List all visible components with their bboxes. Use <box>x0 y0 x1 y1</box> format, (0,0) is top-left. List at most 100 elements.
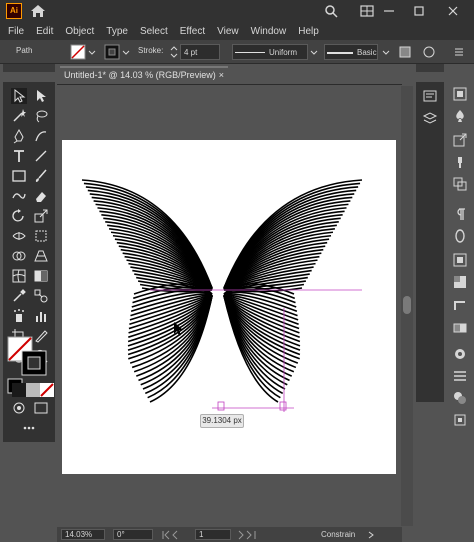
stroke-swatch[interactable] <box>104 44 120 60</box>
profile-dropdown-icon[interactable] <box>310 44 318 60</box>
properties-panel-icon[interactable] <box>422 88 438 104</box>
menu-effect[interactable]: Effect <box>180 26 205 37</box>
color-guide-icon[interactable] <box>452 274 468 290</box>
restore-icon[interactable] <box>412 4 426 18</box>
paragraph-panel-icon[interactable] <box>452 206 468 222</box>
minimize-icon[interactable] <box>382 4 396 18</box>
rectangle-tool-icon[interactable] <box>11 168 27 184</box>
menu-type[interactable]: Type <box>106 26 128 37</box>
artboard-prev-buttons-icon[interactable] <box>161 530 197 540</box>
search-icon[interactable] <box>324 4 338 18</box>
opentype-panel-icon[interactable] <box>452 228 468 244</box>
profile-line <box>235 52 265 53</box>
close-window-icon[interactable] <box>446 4 460 18</box>
measure-handle-right <box>279 401 287 411</box>
fill-dropdown-icon[interactable] <box>88 44 96 60</box>
mesh-tool-icon[interactable] <box>11 268 27 284</box>
rotate-tool-icon[interactable] <box>11 208 27 224</box>
width-tool-icon[interactable] <box>11 228 27 244</box>
shaper-tool-icon[interactable] <box>11 188 27 204</box>
eraser-tool-icon[interactable] <box>33 188 49 204</box>
measurement-tooltip: 39.1304 px <box>200 414 244 428</box>
transform-panel-icon[interactable] <box>452 412 468 428</box>
artboard-number-field[interactable]: 1 <box>195 529 231 540</box>
artboard-next-buttons-icon[interactable] <box>235 530 271 540</box>
scale-tool-icon[interactable] <box>33 208 49 224</box>
document-tab-divider <box>57 84 402 85</box>
upper-right-wing <box>223 179 363 293</box>
shape-builder-tool-icon[interactable] <box>11 248 27 264</box>
opacity-icon[interactable] <box>422 44 436 60</box>
edit-toolbar-icon[interactable] <box>21 420 37 436</box>
lower-right-wing <box>223 283 301 403</box>
style-swatch-icon[interactable] <box>398 44 412 60</box>
rotation-field[interactable]: 0° <box>113 529 153 540</box>
tools-panel-grip[interactable] <box>3 64 55 72</box>
menu-view[interactable]: View <box>217 26 239 37</box>
eyedropper-tool-icon[interactable] <box>11 288 27 304</box>
draw-mode-icon[interactable] <box>11 400 27 416</box>
gradient-panel-icon[interactable] <box>452 320 468 336</box>
curvature-tool-icon[interactable] <box>33 128 49 144</box>
pen-tool-icon[interactable] <box>11 128 27 144</box>
fill-none-swatch[interactable] <box>70 44 86 60</box>
menu-window[interactable]: Window <box>251 26 287 37</box>
symbols-panel-icon[interactable] <box>452 108 468 124</box>
gradient-tool-icon[interactable] <box>33 268 49 284</box>
zoom-level-field[interactable]: 14.03% <box>61 529 105 540</box>
menu-object[interactable]: Object <box>65 26 94 37</box>
align-panel-icon[interactable] <box>452 368 468 384</box>
line-segment-tool-icon[interactable] <box>33 148 49 164</box>
stroke-panel-icon[interactable] <box>452 298 468 314</box>
color-panel-icon[interactable] <box>452 252 468 268</box>
pathfinder-panel-icon[interactable] <box>452 390 468 406</box>
brush-definition[interactable]: Basic <box>324 44 378 60</box>
selection-type-label: Path <box>16 46 33 55</box>
close-document-icon[interactable]: × <box>219 68 224 82</box>
arrange-documents-icon[interactable] <box>360 4 374 18</box>
menu-bar: File Edit Object Type Select Effect View… <box>0 22 474 40</box>
asset-export-icon[interactable] <box>452 132 468 148</box>
color-mode-icon[interactable] <box>11 382 26 397</box>
type-tool-icon[interactable] <box>11 148 27 164</box>
change-screen-mode-icon[interactable] <box>33 400 49 416</box>
home-icon[interactable] <box>30 4 46 18</box>
selection-tool-icon[interactable] <box>11 88 27 104</box>
column-graph-tool-icon[interactable] <box>33 308 49 324</box>
brushes-panel-icon[interactable] <box>452 154 468 170</box>
stroke-dropdown-icon[interactable] <box>122 44 130 60</box>
libraries-panel-icon[interactable] <box>452 86 468 102</box>
menu-edit[interactable]: Edit <box>36 26 53 37</box>
gradient-mode-icon[interactable] <box>25 382 40 397</box>
status-menu-icon[interactable] <box>367 530 377 540</box>
vertical-scrollbar[interactable] <box>401 86 413 526</box>
stroke-stepper-icon[interactable] <box>170 44 178 60</box>
slice-tool-icon[interactable] <box>33 328 49 344</box>
layers-panel-icon[interactable] <box>422 110 438 126</box>
stroke-weight-field[interactable]: 4 pt <box>180 44 220 60</box>
symbol-sprayer-tool-icon[interactable] <box>11 308 27 324</box>
stroke-color-swatch[interactable] <box>21 350 47 376</box>
brush-dropdown-icon[interactable] <box>382 44 390 60</box>
title-bar: Ai <box>0 0 474 22</box>
lasso-tool-icon[interactable] <box>33 108 49 124</box>
vertical-scroll-thumb[interactable] <box>403 296 411 314</box>
menu-help[interactable]: Help <box>298 26 319 37</box>
document-tab[interactable]: Untitled-1* @ 14.03 % (RGB/Preview) × <box>60 66 228 84</box>
variable-width-profile[interactable]: Uniform <box>232 44 308 60</box>
menu-select[interactable]: Select <box>140 26 168 37</box>
direct-selection-tool-icon[interactable] <box>33 88 49 104</box>
more-options-icon[interactable] <box>452 44 466 60</box>
artboards-panel-icon[interactable] <box>452 176 468 192</box>
perspective-grid-tool-icon[interactable] <box>33 248 49 264</box>
brush-line <box>327 52 353 54</box>
free-transform-tool-icon[interactable] <box>33 228 49 244</box>
right-panel-grip[interactable] <box>416 64 444 72</box>
magic-wand-tool-icon[interactable] <box>11 108 27 124</box>
menu-file[interactable]: File <box>8 26 24 37</box>
status-bar: 14.03% 0° 1 Constrain <box>57 527 402 542</box>
appearance-panel-icon[interactable] <box>452 346 468 362</box>
paintbrush-tool-icon[interactable] <box>33 168 49 184</box>
blend-tool-icon[interactable] <box>33 288 49 304</box>
none-mode-icon[interactable] <box>39 382 54 397</box>
